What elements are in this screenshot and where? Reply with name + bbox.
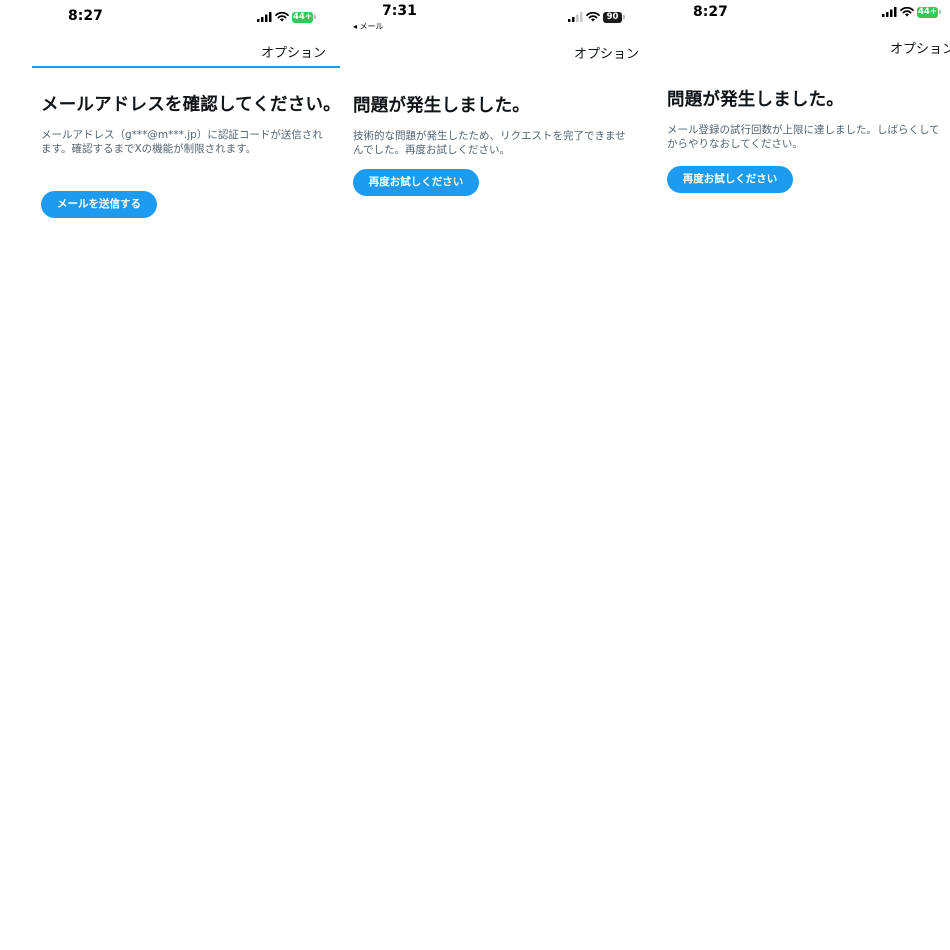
description-line: んでした。再度お試しください。 [353, 144, 510, 156]
status-time: 8:27 [68, 8, 103, 24]
back-to-mail-link[interactable]: ◂ メール [353, 21, 384, 32]
battery-level: 44+ [917, 6, 938, 18]
page-title: メールアドレスを確認してください。 [41, 95, 340, 115]
description-line: ます。確認するまでXの機能が制限されます。 [41, 143, 257, 155]
signal-icon [257, 12, 272, 22]
wifi-icon [900, 7, 914, 17]
screen-error-limit: 8:27 44+ オプション 問題が発生しました。 メール登録の試行回数が上限に… [653, 0, 950, 950]
battery-level: 44+ [292, 11, 313, 23]
signal-icon [882, 7, 897, 17]
battery-icon: 44+ [917, 6, 941, 18]
page-title: 問題が発生しました。 [667, 90, 844, 110]
screen-error-technical: 7:31 ◂ メール 90 オプション 問題が発生しました。 技術的な問題が発生… [340, 0, 653, 950]
wifi-icon [275, 12, 289, 22]
progress-bar [32, 66, 340, 68]
page-title: 問題が発生しました。 [353, 96, 530, 116]
battery-icon: 90 [603, 11, 625, 23]
description: メール登録の試行回数が上限に達しました。しばらくして からやりなおしてください。 [667, 123, 950, 151]
retry-button[interactable]: 再度お試しください [667, 166, 793, 193]
status-icons: 90 [568, 10, 625, 24]
options-button[interactable]: オプション [261, 42, 326, 61]
status-icons: 44+ [257, 10, 316, 24]
description: 技術的な問題が発生したため、リクエストを完了できませ んでした。再度お試しくださ… [353, 129, 648, 157]
screen-verify-email: 8:27 44+ オプション メールアドレスを確認してください。 メールアドレス… [0, 0, 340, 950]
description: メールアドレス（g***@m***.jp）に認証コードが送信され ます。確認する… [41, 128, 331, 156]
retry-button[interactable]: 再度お試しください [353, 169, 479, 196]
wifi-icon [586, 12, 600, 22]
description-line: からやりなおしてください。 [667, 138, 803, 150]
send-email-button[interactable]: メールを送信する [41, 191, 157, 218]
status-time: 8:27 [693, 4, 728, 20]
description-line: メール登録の試行回数が上限に達しました。しばらくして [667, 124, 940, 136]
description-line: メールアドレス（g***@m***.jp）に認証コードが送信され [41, 129, 323, 141]
status-time: 7:31 [382, 3, 417, 19]
options-button[interactable]: オプション [574, 43, 639, 62]
status-icons: 44+ [882, 5, 941, 19]
description-line: 技術的な問題が発生したため、リクエストを完了できませ [353, 130, 626, 142]
signal-icon [568, 12, 583, 22]
battery-level: 90 [603, 11, 622, 23]
battery-icon: 44+ [292, 11, 316, 23]
options-button[interactable]: オプション [890, 38, 950, 57]
